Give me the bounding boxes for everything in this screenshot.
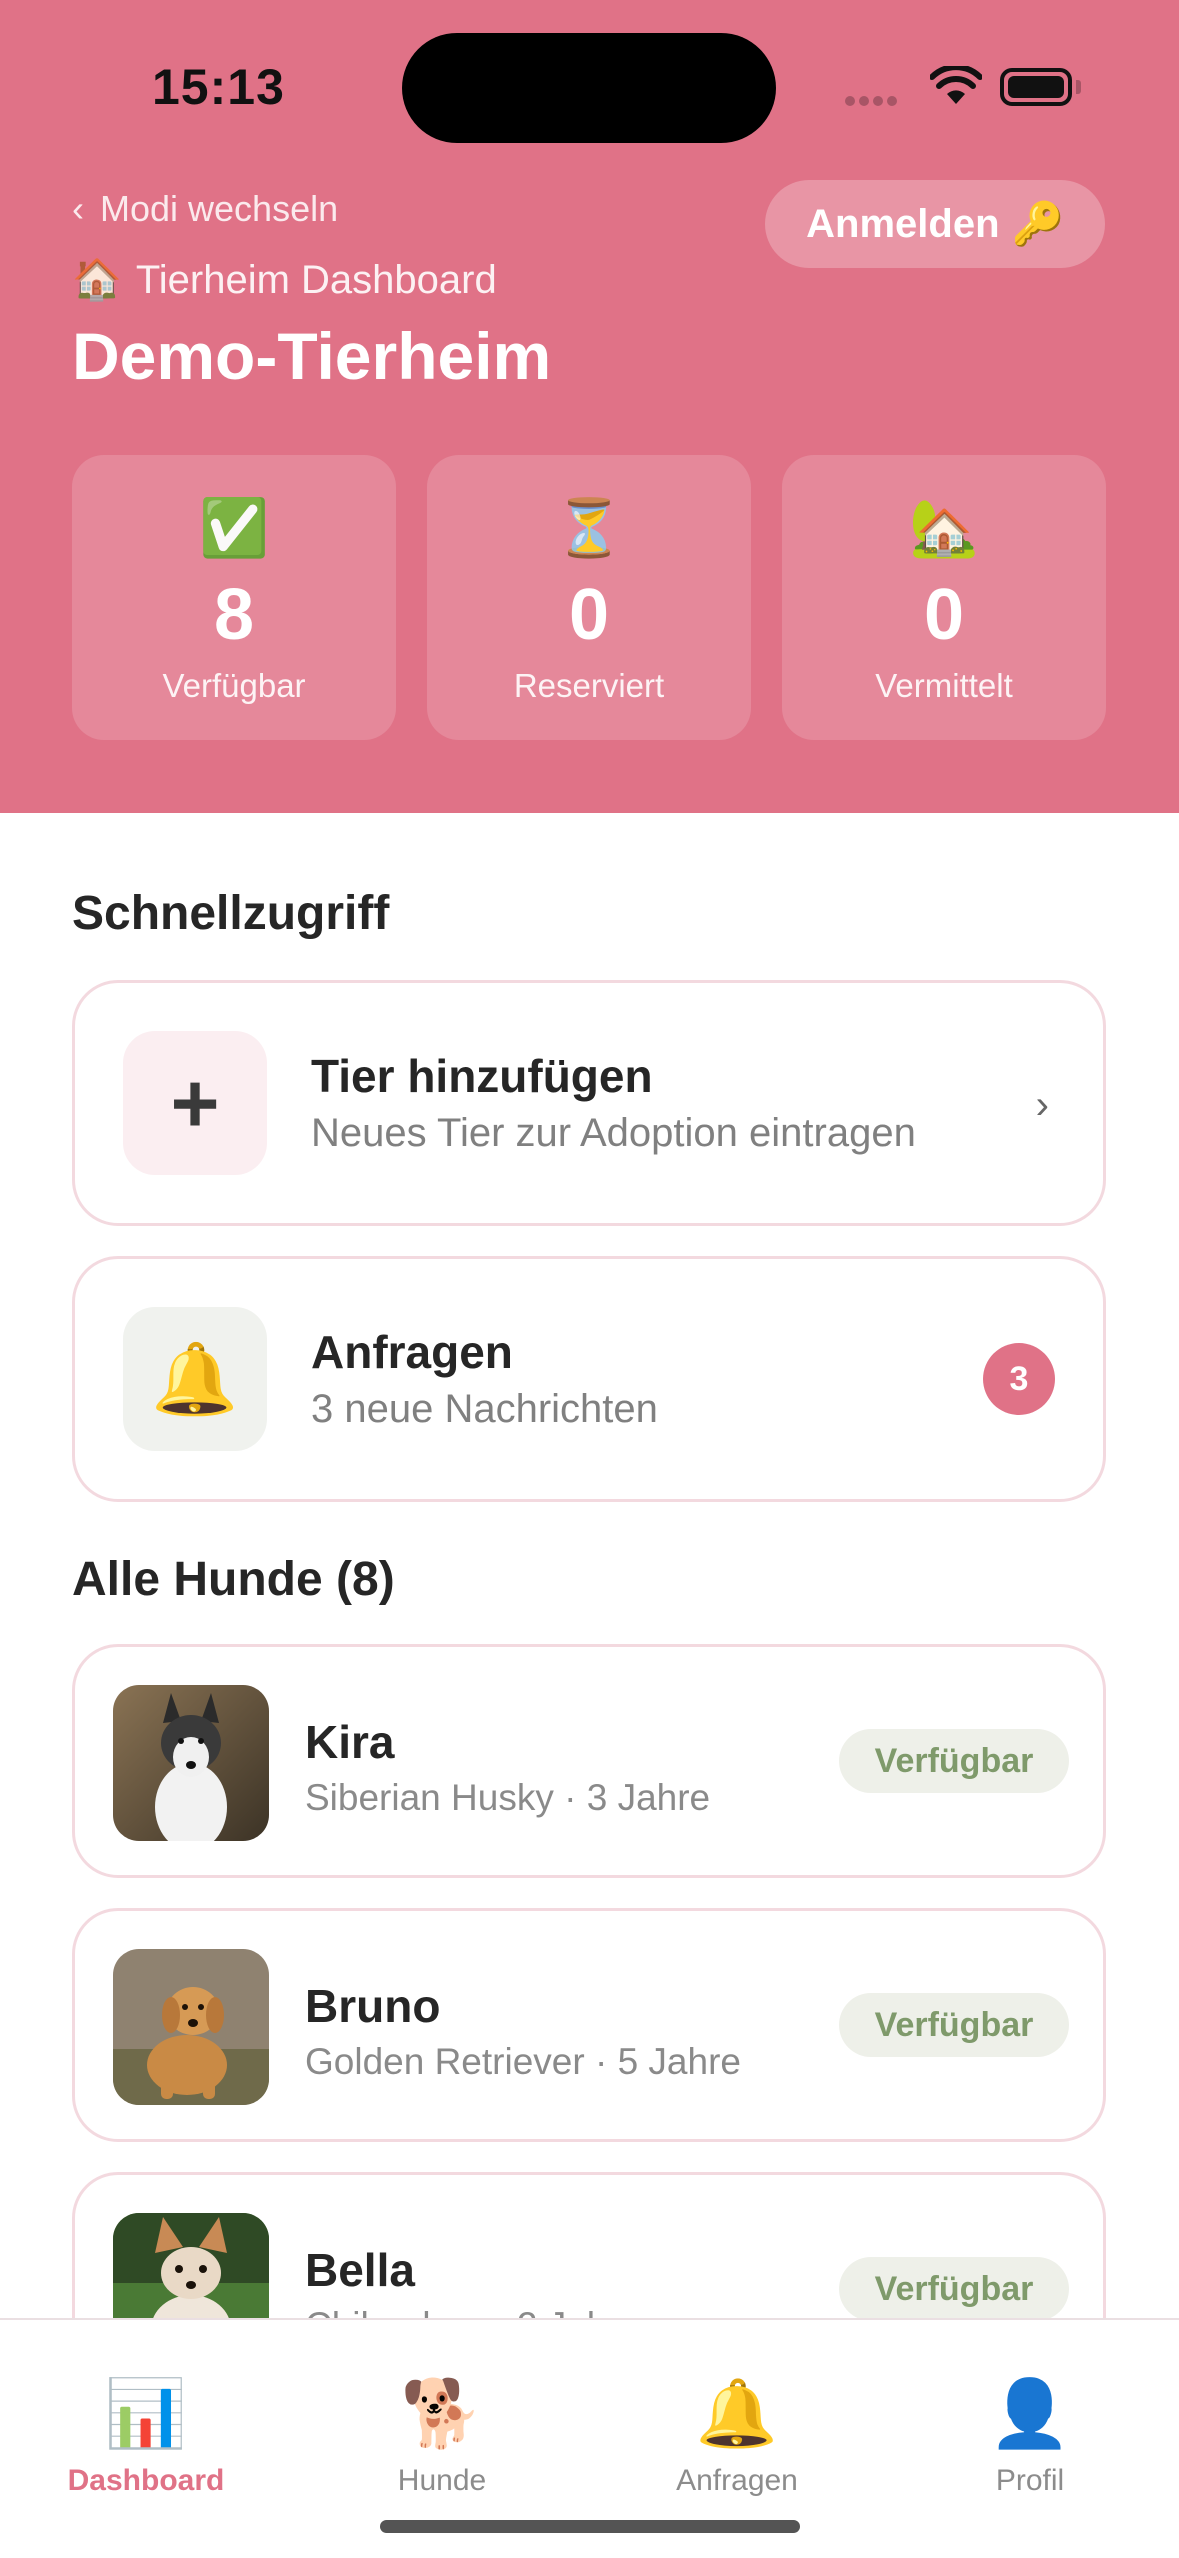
page-title: Demo-Tierheim [72,319,552,393]
bell-icon: 🔔 [695,2376,779,2450]
plus-icon: + [123,1031,267,1175]
dog-photo-golden-retriever [113,1949,269,2105]
status-time: 15:13 [152,59,285,115]
tab-label: Profil [995,2464,1065,2497]
dynamic-island [402,33,776,143]
dog-name: Bella [305,2244,415,2296]
house-garden-icon: 🏡 [909,496,979,559]
dog-meta: Golden Retriever · 5 Jahre [305,2041,741,2082]
requests-title: Anfragen [311,1326,513,1378]
hourglass-icon: ⏳ [554,496,624,559]
chevron-left-icon: ‹ [72,188,84,229]
switch-mode-link[interactable]: ‹ Modi wechseln [72,188,338,230]
stat-available: ✅ 8 Verfügbar [72,455,396,740]
stat-label: Verfügbar [162,667,306,704]
subtitle-label: Tierheim Dashboard [135,258,497,302]
quick-access-heading: Schnellzugriff [72,887,390,940]
chevron-right-icon: › [1035,1083,1049,1127]
login-label: Anmelden [806,201,1000,246]
tab-dashboard[interactable]: 📊 Dashboard [46,2374,246,2498]
requests-subtitle: 3 neue Nachrichten [311,1387,658,1431]
tab-label: Hunde [397,2464,487,2497]
status-badge: Verfügbar [839,1993,1069,2057]
add-animal-card[interactable]: + Tier hinzufügen Neues Tier zur Adoptio… [72,980,1106,1226]
dog-meta: Siberian Husky · 3 Jahre [305,1777,711,1818]
dashboard-header: 15:13 ‹ Modi wechseln Anmelden 🔑 🏠 Tierhei… [0,0,1179,813]
tab-label: Dashboard [67,2464,225,2497]
stat-value: 0 [568,575,610,655]
tab-requests[interactable]: 🔔 Anfragen [637,2374,837,2498]
dog-name: Bruno [305,1980,441,2032]
status-icons [845,66,1085,110]
dog-icon: 🐕 [400,2376,484,2450]
unread-badge: 3 [983,1343,1055,1415]
stat-adopted: 🏡 0 Vermittelt [782,455,1106,740]
home-indicator[interactable] [380,2520,800,2533]
dog-card-bruno[interactable]: Bruno Golden Retriever · 5 Jahre Verfügb… [72,1908,1106,2142]
switch-mode-label: Modi wechseln [100,188,339,229]
chart-icon: 📊 [104,2376,188,2450]
tab-profile[interactable]: 👤 Profil [930,2374,1130,2498]
dog-name: Kira [305,1716,395,1768]
person-icon: 👤 [988,2376,1072,2450]
battery-icon [1000,68,1072,106]
dog-card-kira[interactable]: Kira Siberian Husky · 3 Jahre Verfügbar [72,1644,1106,1878]
house-icon: 🏠 [72,258,122,302]
stat-label: Reserviert [513,667,665,704]
wifi-icon [930,66,982,104]
requests-card[interactable]: 🔔 Anfragen 3 neue Nachrichten 3 [72,1256,1106,1502]
tab-dogs[interactable]: 🐕 Hunde [342,2374,542,2498]
status-badge: Verfügbar [839,1729,1069,1793]
dog-photo-husky [113,1685,269,1841]
stat-label: Vermittelt [875,667,1013,704]
all-dogs-heading: Alle Hunde (8) [72,1553,395,1606]
login-button[interactable]: Anmelden 🔑 [765,180,1105,268]
add-animal-subtitle: Neues Tier zur Adoption eintragen [311,1111,916,1155]
add-animal-title: Tier hinzufügen [311,1050,653,1102]
check-icon: ✅ [199,496,269,559]
page-subtitle: 🏠 Tierheim Dashboard [72,256,497,303]
bell-icon: 🔔 [123,1307,267,1451]
stat-reserved: ⏳ 0 Reserviert [427,455,751,740]
stat-value: 8 [213,575,255,655]
key-icon: 🔑 [1011,199,1064,247]
battery-tip [1076,80,1081,94]
tab-label: Anfragen [676,2464,798,2497]
status-badge: Verfügbar [839,2257,1069,2321]
stat-value: 0 [923,575,965,655]
